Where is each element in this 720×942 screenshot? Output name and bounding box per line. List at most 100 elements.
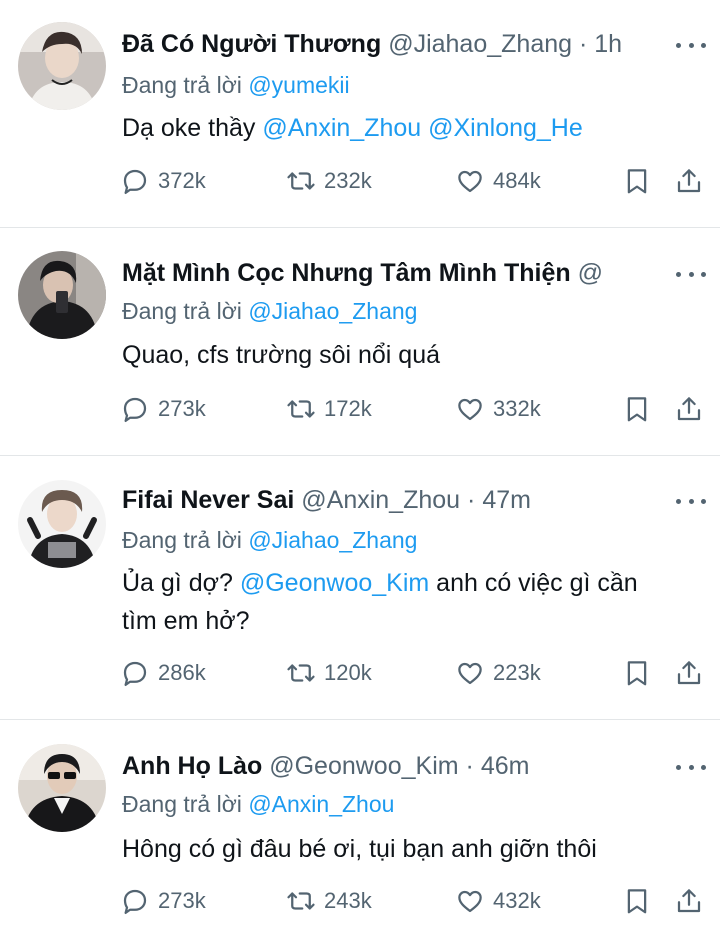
like-button[interactable]: 223k [455, 656, 541, 690]
reply-button[interactable]: 286k [120, 656, 206, 690]
bookmark-icon [627, 889, 647, 914]
like-count: 484k [493, 168, 541, 193]
like-count: 223k [493, 660, 541, 685]
display-name[interactable]: Anh Họ Lào [122, 752, 262, 780]
tweet-header: Đã Có Người Thương @Jiahao_Zhang · 1h [122, 27, 660, 61]
tweet[interactable]: Anh Họ Lào @Geonwoo_Kim · 46m Đang trả l… [0, 720, 720, 942]
replying-to-label: Đang trả lời [122, 791, 242, 817]
heart-icon [458, 170, 482, 193]
reply-button[interactable]: 273k [120, 392, 206, 426]
mention-link[interactable]: @Anxin_Zhou [262, 114, 421, 142]
tweet-actions: 273k 243k 432k [0, 884, 720, 918]
display-name[interactable]: Fifai Never Sai [122, 486, 294, 514]
tweet-header: Mặt Mình Cọc Nhưng Tâm Mình Thiện @ [122, 256, 660, 290]
timestamp[interactable]: 1h [594, 30, 622, 58]
reply-count: 273k [158, 396, 206, 421]
tweet-header: Anh Họ Lào @Geonwoo_Kim · 46m [122, 749, 660, 783]
like-button[interactable]: 484k [455, 164, 541, 198]
tweet-text: Quao, cfs trường sôi nổi quá [122, 336, 690, 374]
share-button[interactable] [674, 392, 704, 426]
share-upload-icon [677, 169, 701, 193]
tweet[interactable]: Đã Có Người Thương @Jiahao_Zhang · 1h Đa… [0, 0, 720, 228]
tweet[interactable]: Fifai Never Sai @Anxin_Zhou · 47m Đang t… [0, 456, 720, 720]
bookmark-button[interactable] [622, 656, 652, 690]
replying-to-label: Đang trả lời [122, 527, 242, 553]
timestamp[interactable]: 47m [482, 486, 531, 514]
tweet-actions: 286k 120k 223k [0, 656, 720, 690]
share-button[interactable] [674, 884, 704, 918]
retweet-arrows-icon [287, 400, 315, 418]
separator-dot: · [465, 752, 474, 780]
replying-to: Đang trả lời @Jiahao_Zhang [122, 296, 417, 326]
retweet-count: 243k [324, 888, 372, 913]
retweet-button[interactable]: 243k [286, 884, 372, 918]
tweet-actions: 372k 232k 484k [0, 164, 720, 198]
replying-to-mention[interactable]: @Anxin_Zhou [248, 791, 394, 817]
text-segment: Quao, cfs trường sôi nổi quá [122, 341, 441, 369]
share-button[interactable] [674, 656, 704, 690]
retweet-button[interactable]: 172k [286, 392, 372, 426]
reply-button[interactable]: 372k [120, 164, 206, 198]
retweet-button[interactable]: 232k [286, 164, 372, 198]
replying-to: Đang trả lời @Jiahao_Zhang [122, 525, 417, 555]
more-options-button[interactable] [676, 262, 706, 286]
retweet-count: 232k [324, 168, 372, 193]
bookmark-button[interactable] [622, 164, 652, 198]
retweet-arrows-icon [287, 892, 315, 910]
avatar[interactable] [18, 251, 106, 339]
display-name[interactable]: Mặt Mình Cọc Nhưng Tâm Mình Thiện [122, 259, 571, 287]
retweet-button[interactable]: 120k [286, 656, 372, 690]
share-button[interactable] [674, 164, 704, 198]
more-options-button[interactable] [676, 33, 706, 57]
timestamp[interactable]: 46m [481, 752, 530, 780]
bookmark-icon [627, 169, 647, 194]
tweet[interactable]: Mặt Mình Cọc Nhưng Tâm Mình Thiện @ Đang… [0, 228, 720, 456]
retweet-arrows-icon [287, 664, 315, 682]
speech-bubble-icon [123, 169, 147, 194]
replying-to-mention[interactable]: @Jiahao_Zhang [248, 527, 417, 553]
replying-to-mention[interactable]: @yumekii [248, 72, 349, 98]
user-handle[interactable]: @Geonwoo_Kim [269, 752, 458, 780]
reply-count: 286k [158, 660, 206, 685]
more-options-button[interactable] [676, 489, 706, 513]
user-handle[interactable]: @Jiahao_Zhang [388, 30, 572, 58]
mention-link[interactable]: @Geonwoo_Kim [240, 569, 429, 597]
retweet-count: 120k [324, 660, 372, 685]
retweet-count: 172k [324, 396, 372, 421]
more-dots-icon [676, 498, 681, 504]
avatar[interactable] [18, 480, 106, 568]
reply-thread-feed: Đã Có Người Thương @Jiahao_Zhang · 1h Đa… [0, 0, 720, 942]
replying-to-label: Đang trả lời [122, 72, 242, 98]
more-dots-icon [676, 271, 681, 277]
reply-count: 372k [158, 168, 206, 193]
more-options-button[interactable] [676, 755, 706, 779]
replying-to-label: Đang trả lời [122, 298, 242, 324]
bookmark-button[interactable] [622, 392, 652, 426]
separator-dot: · [578, 30, 588, 58]
avatar[interactable] [18, 22, 106, 110]
tweet-text: Ủa gì dợ? @Geonwoo_Kim anh có việc gì cầ… [122, 564, 676, 640]
tweet-actions: 273k 172k 332k [0, 392, 720, 426]
user-handle[interactable]: @ [578, 259, 603, 287]
tweet-text: Dạ oke thầy @Anxin_Zhou @Xinlong_He [122, 109, 690, 147]
more-dots-icon [676, 42, 681, 48]
share-upload-icon [677, 889, 701, 913]
replying-to: Đang trả lời @Anxin_Zhou [122, 789, 394, 819]
display-name[interactable]: Đã Có Người Thương [122, 30, 381, 58]
user-handle[interactable]: @Anxin_Zhou [301, 486, 460, 514]
replying-to-mention[interactable]: @Jiahao_Zhang [248, 298, 417, 324]
mention-link[interactable]: @Xinlong_He [428, 114, 583, 142]
text-segment: Hông có gì đâu bé ơi, tụi bạn anh giỡn t… [122, 835, 597, 863]
like-button[interactable]: 332k [455, 392, 541, 426]
more-dots-icon [676, 764, 681, 770]
speech-bubble-icon [123, 397, 147, 422]
text-segment: Dạ oke thầy [122, 114, 263, 142]
like-button[interactable]: 432k [455, 884, 541, 918]
bookmark-button[interactable] [622, 884, 652, 918]
speech-bubble-icon [123, 889, 147, 914]
retweet-arrows-icon [287, 172, 315, 190]
share-upload-icon [677, 661, 701, 685]
reply-button[interactable]: 273k [120, 884, 206, 918]
avatar[interactable] [18, 744, 106, 832]
like-count: 332k [493, 396, 541, 421]
